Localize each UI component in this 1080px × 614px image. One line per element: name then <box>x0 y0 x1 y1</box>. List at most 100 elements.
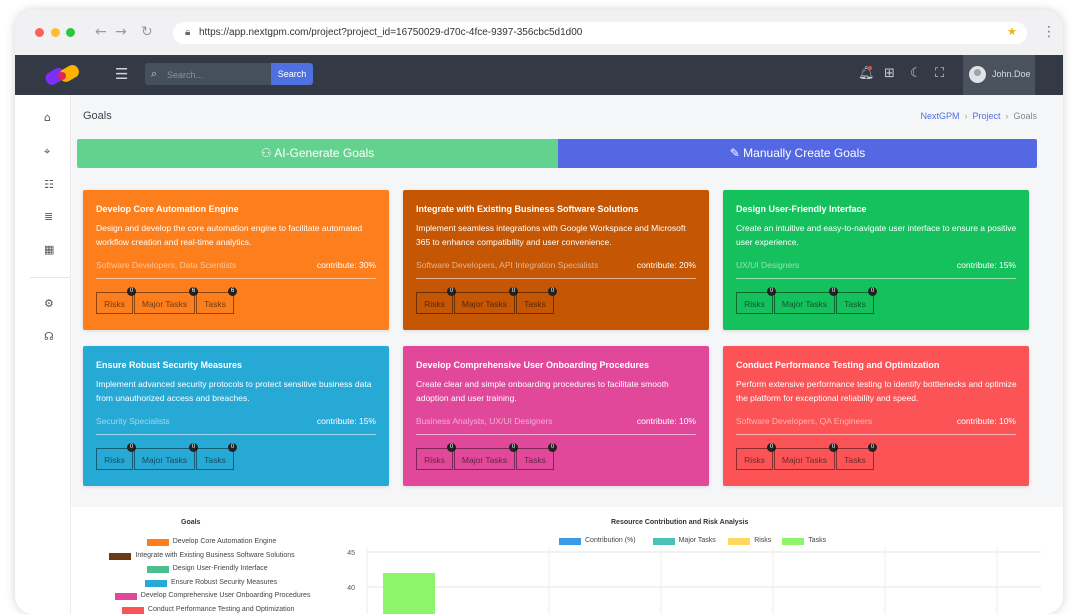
address-bar[interactable]: 🔒︎ https://app.nextgpm.com/project?proje… <box>173 22 1027 44</box>
tasks-pill[interactable]: Tasks 6 <box>196 287 237 314</box>
goal-card[interactable]: Develop Comprehensive User Onboarding Pr… <box>403 346 709 486</box>
browser-menu-icon[interactable]: ⋮ <box>1042 24 1056 40</box>
legend-swatch <box>782 538 805 545</box>
forward-arrow-icon[interactable]: → <box>115 24 127 40</box>
minimize-window-button[interactable] <box>51 28 60 37</box>
goal-card[interactable]: Ensure Robust Security Measures Implement… <box>83 346 389 486</box>
list-icon[interactable]: ≣ <box>44 210 53 223</box>
bell-icon[interactable]: 🔔︎ <box>858 66 875 81</box>
legend-label[interactable]: Major Tasks <box>679 537 716 544</box>
goal-team: Business Analysts, UX/UI Designers <box>416 416 553 426</box>
back-arrow-icon[interactable]: ← <box>95 24 107 40</box>
tasks-pill[interactable]: Tasks 0 <box>836 287 877 314</box>
legend-swatch <box>109 552 132 560</box>
browser-window: ← → ↻ 🔒︎ https://app.nextgpm.com/project… <box>15 10 1063 614</box>
legend-label[interactable]: Risks <box>754 537 771 544</box>
settings-icon[interactable]: ⚙ <box>44 297 54 310</box>
goal-team: Software Developers, QA Engineers <box>736 416 873 426</box>
resource-chart-plot: 45 40 <box>347 547 1041 614</box>
calculator-icon[interactable]: ▦ <box>44 243 54 256</box>
card-divider <box>96 278 376 279</box>
risks-pill[interactable]: Risks 0 <box>736 287 776 314</box>
major-tasks-pill[interactable]: Major Tasks 6 <box>134 287 198 314</box>
tasks-pill[interactable]: Tasks 0 <box>516 443 557 470</box>
legend-label[interactable]: Ensure Robust Security Measures <box>171 579 277 586</box>
moon-icon[interactable]: ☾ <box>910 66 922 81</box>
major-tasks-pill[interactable]: Major Tasks 0 <box>134 443 198 470</box>
risks-pill[interactable]: Risks 0 <box>736 443 776 470</box>
legend-swatch <box>146 566 169 573</box>
breadcrumb-nextgpm[interactable]: NextGPM <box>920 111 959 121</box>
lock-icon: 🔒︎ <box>185 27 191 38</box>
legend-label[interactable]: Integrate with Existing Business Softwar… <box>135 552 294 559</box>
goal-card[interactable]: Design User-Friendly Interface Create an … <box>723 190 1029 330</box>
ai-generate-goals-button[interactable]: ⚇ AI-Generate Goals <box>77 139 558 168</box>
goal-contribution: contribute: 20% <box>636 260 696 270</box>
user-menu[interactable]: John.Doe <box>963 55 1035 95</box>
legend-swatch <box>144 579 167 587</box>
tasks-pill[interactable]: Tasks 0 <box>516 287 557 314</box>
major-tasks-pill[interactable]: Major Tasks 0 <box>774 443 838 470</box>
sidebar: ⌂ ⌖ ☷ ≣ ▦ ⚙ ☊ <box>30 95 71 614</box>
goal-card[interactable]: Conduct Performance Testing and Optimiza… <box>723 346 1029 486</box>
major-tasks-pill[interactable]: Major Tasks 0 <box>454 287 518 314</box>
goal-description: Design and develop the core automation e… <box>96 223 363 247</box>
search-button[interactable]: Search <box>271 63 313 85</box>
manually-create-goals-button[interactable]: ✎ Manually Create Goals <box>558 139 1037 168</box>
major-tasks-pill[interactable]: Major Tasks 0 <box>774 287 838 314</box>
tasks-pill-count: 0 <box>548 287 557 296</box>
goal-title: Design User-Friendly Interface <box>736 204 867 214</box>
breadcrumb-separator: › <box>1005 111 1009 121</box>
checklist-icon[interactable]: ☷ <box>44 178 54 191</box>
legend-label[interactable]: Tasks <box>808 537 826 544</box>
fullscreen-icon[interactable]: ⛶ <box>935 66 944 81</box>
y-tick-label: 45 <box>347 550 355 557</box>
risks-pill-label: Risks <box>104 299 125 309</box>
main-content: Goals NextGPM › Project › Goals ⚇ AI-Generat… <box>71 95 1063 614</box>
card-divider <box>96 434 376 435</box>
risks-pill-label: Risks <box>104 455 125 465</box>
app-header: ☰ ⌕ Search 🔔︎ ⊞ ☾ ⛶ John.Doe <box>15 55 1063 95</box>
goal-card[interactable]: Develop Core Automation Engine Design and… <box>83 190 389 330</box>
tasks-pill-label: Tasks <box>524 455 546 465</box>
reload-icon[interactable]: ↻ <box>141 24 153 40</box>
apps-icon[interactable]: ⊞ <box>884 66 895 81</box>
risks-pill[interactable]: Risks 0 <box>416 287 456 314</box>
robot-icon: ⚇ <box>260 146 272 160</box>
major-tasks-pill[interactable]: Major Tasks 0 <box>454 443 518 470</box>
legend-label[interactable]: Develop Comprehensive User Onboarding Pr… <box>141 592 311 599</box>
close-window-button[interactable] <box>35 28 44 37</box>
wand-icon: ✎ <box>729 146 740 160</box>
risks-pill[interactable]: Risks 0 <box>416 443 456 470</box>
headset-icon[interactable]: ☊ <box>44 330 54 343</box>
risks-pill[interactable]: Risks 0 <box>96 287 136 314</box>
app-logo[interactable] <box>43 62 83 88</box>
y-tick-label: 40 <box>347 585 355 592</box>
goal-card[interactable]: Integrate with Existing Business Softwar… <box>403 190 709 330</box>
legend-label[interactable]: Design User-Friendly Interface <box>173 565 268 572</box>
goal-description: Perform extensive performance testing to… <box>736 379 1017 403</box>
search-input[interactable] <box>165 66 269 84</box>
maximize-window-button[interactable] <box>66 28 75 37</box>
risks-pill-label: Risks <box>424 299 445 309</box>
home-icon[interactable]: ⌂ <box>44 111 51 124</box>
tasks-bar[interactable] <box>383 573 435 614</box>
legend-label[interactable]: Conduct Performance Testing and Optimiza… <box>148 606 295 613</box>
legend-label[interactable]: Develop Core Automation Engine <box>173 538 277 545</box>
goal-contribution: contribute: 15% <box>316 416 376 426</box>
resource-chart-title: Resource Contribution and Risk Analysis <box>611 519 749 526</box>
legend-swatch <box>559 538 581 545</box>
tasks-pill[interactable]: Tasks 0 <box>196 443 237 470</box>
target-icon[interactable]: ⌖ <box>44 145 50 159</box>
card-divider <box>736 278 1016 279</box>
tasks-pill[interactable]: Tasks 0 <box>836 443 877 470</box>
tasks-pill-label: Tasks <box>524 299 546 309</box>
legend-label[interactable]: Contribution (%) <box>585 537 636 544</box>
menu-toggle-icon[interactable]: ☰ <box>115 65 128 83</box>
breadcrumb-separator: › <box>964 111 968 121</box>
card-divider <box>416 434 696 435</box>
risks-pill[interactable]: Risks 0 <box>96 443 136 470</box>
bookmark-star-icon[interactable]: ★ <box>1007 25 1017 38</box>
breadcrumb-project[interactable]: Project <box>972 111 1000 121</box>
major-tasks-pill-label: Major Tasks <box>141 299 188 309</box>
